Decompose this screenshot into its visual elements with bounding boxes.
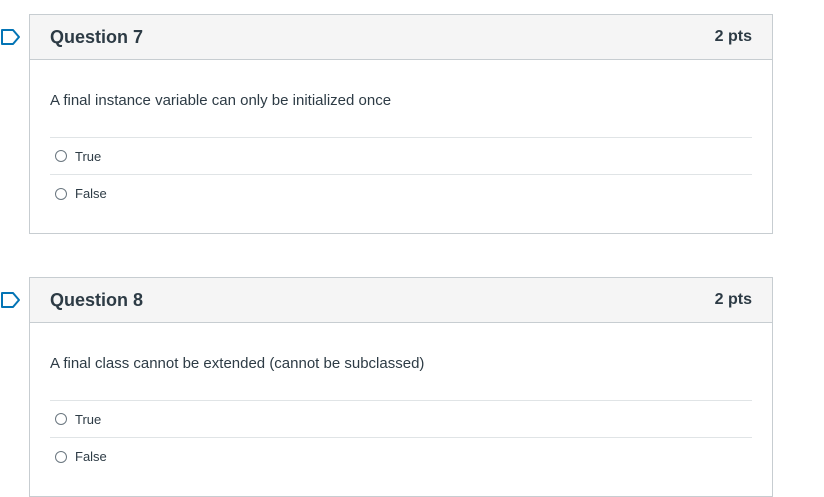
question-text: A final instance variable can only be in… bbox=[50, 92, 392, 109]
question-header: Question 7 2 pts bbox=[30, 15, 772, 60]
question-body: A final class cannot be extended (cannot… bbox=[30, 354, 772, 475]
answer-label[interactable]: False bbox=[75, 186, 107, 201]
question-text: A final class cannot be extended (cannot… bbox=[50, 355, 425, 372]
question-title: Question 8 bbox=[50, 289, 144, 310]
quiz-page: Question 7 2 pts A final instance variab… bbox=[0, 0, 824, 497]
answer-option-true[interactable]: True bbox=[50, 138, 752, 175]
answer-list: True False bbox=[50, 137, 752, 212]
question-points: 2 pts bbox=[714, 291, 752, 308]
radio-button[interactable] bbox=[55, 450, 67, 463]
answer-option-true[interactable]: True bbox=[50, 401, 752, 438]
question-title: Question 7 bbox=[50, 26, 144, 47]
radio-button[interactable] bbox=[55, 150, 67, 162]
answer-label[interactable]: True bbox=[75, 149, 101, 164]
answer-option-false[interactable]: False bbox=[50, 175, 752, 212]
flag-question-icon[interactable] bbox=[1, 29, 21, 45]
question-card-7: Question 7 2 pts A final instance variab… bbox=[1, 14, 773, 234]
answer-option-false[interactable]: False bbox=[50, 438, 752, 475]
question-body: A final instance variable can only be in… bbox=[30, 91, 772, 212]
radio-button[interactable] bbox=[55, 187, 67, 200]
answer-label[interactable]: False bbox=[75, 449, 107, 464]
flag-question-icon[interactable] bbox=[1, 292, 21, 308]
answer-label[interactable]: True bbox=[75, 412, 101, 427]
radio-button[interactable] bbox=[55, 413, 67, 425]
question-header: Question 8 2 pts bbox=[30, 278, 772, 323]
question-card-8: Question 8 2 pts A final class cannot be… bbox=[1, 277, 773, 497]
answer-list: True False bbox=[50, 400, 752, 475]
question-points: 2 pts bbox=[714, 28, 752, 45]
